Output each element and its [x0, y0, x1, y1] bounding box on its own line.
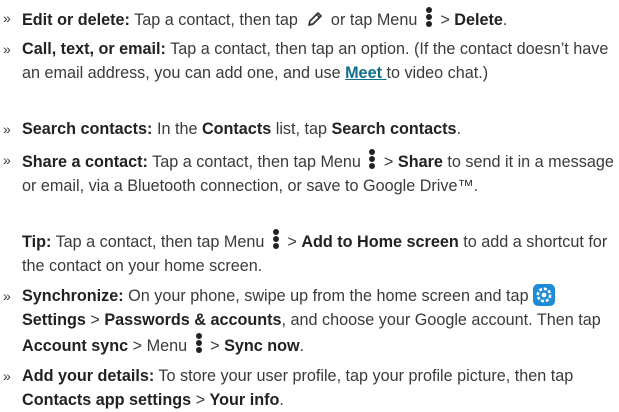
list-item-call-text-email: » Call, text, or email: Tap a contact, t… [3, 37, 615, 85]
item-title: Call, text, or email: [22, 40, 166, 58]
list-item-share-contact: » Share a contact: Tap a contact, then t… [3, 148, 615, 198]
item-title: Add your details: [22, 367, 155, 385]
bullet-marker: » [3, 121, 11, 137]
item-title: Edit or delete: [22, 11, 130, 29]
item-text: Edit or delete: Tap a contact, then tap … [22, 6, 615, 32]
bullet-marker: » [3, 10, 11, 26]
menu-dots-icon [425, 7, 432, 27]
settings-gear-icon [533, 284, 556, 306]
contacts-help-page: » Edit or delete: Tap a contact, then ta… [0, 0, 619, 409]
item-text: Search contacts: In the Contacts list, t… [22, 120, 462, 138]
list-item-search-contacts: » Search contacts: In the Contacts list,… [3, 117, 615, 141]
item-title: Tip: [22, 233, 52, 251]
bullet-marker: » [3, 368, 11, 384]
item-text: Call, text, or email: Tap a contact, the… [22, 40, 609, 82]
item-text: Add your details: To store your user pro… [22, 367, 574, 409]
pencil-icon [308, 12, 323, 26]
item-title: Search contacts: [22, 120, 153, 138]
list-item-synchronize: » Synchronize: On your phone, swipe up f… [3, 284, 615, 358]
item-text: Tip: Tap a contact, then tap Menu > Add … [22, 228, 615, 278]
tip-paragraph: Tip: Tap a contact, then tap Menu > Add … [3, 228, 615, 278]
meet-link[interactable]: Meet [345, 64, 386, 82]
bullet-marker: » [3, 41, 11, 57]
list-item-edit-delete: » Edit or delete: Tap a contact, then ta… [3, 6, 615, 32]
item-title: Share a contact: [22, 153, 148, 171]
bullet-marker: » [3, 152, 11, 168]
bullet-marker: » [3, 288, 11, 304]
item-text: Share a contact: Tap a contact, then tap… [22, 148, 615, 198]
list-item-add-details: » Add your details: To store your user p… [3, 364, 615, 412]
menu-dots-icon [272, 229, 279, 249]
menu-dots-icon [195, 333, 202, 353]
item-title: Synchronize: [22, 287, 124, 305]
menu-dots-icon [369, 149, 376, 169]
item-text: Synchronize: On your phone, swipe up fro… [22, 284, 615, 358]
